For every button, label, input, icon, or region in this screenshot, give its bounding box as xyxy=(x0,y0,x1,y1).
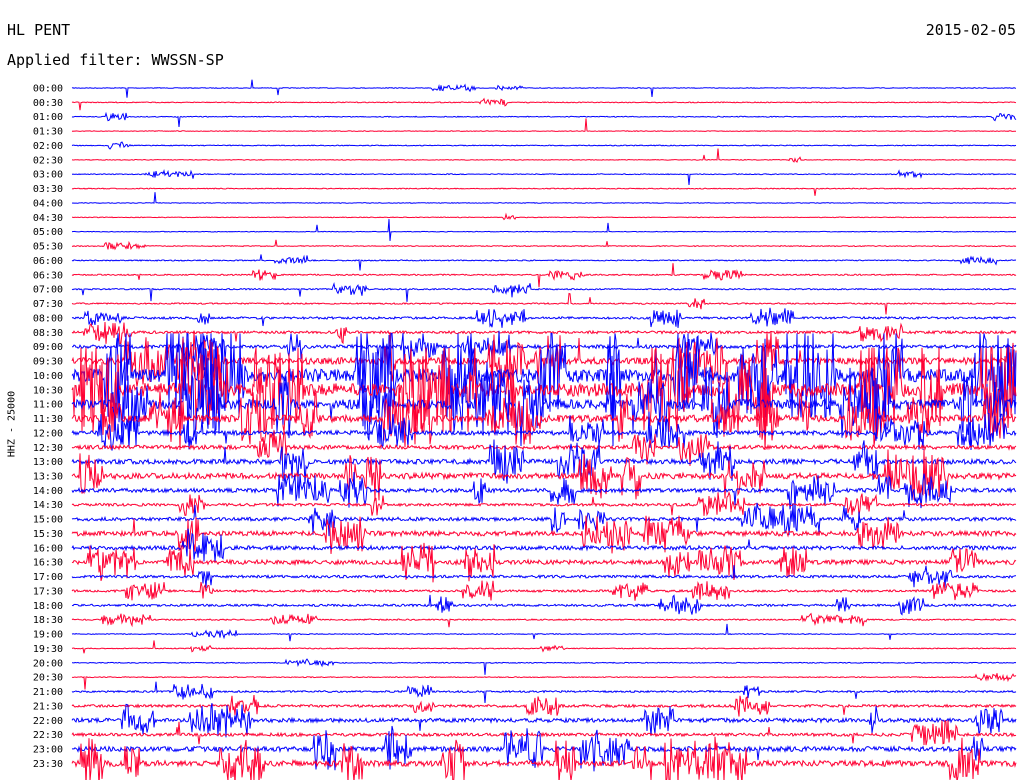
time-tick-label: 19:00 xyxy=(33,630,63,641)
time-tick-label: 19:30 xyxy=(33,644,63,655)
time-tick-label: 17:00 xyxy=(33,572,63,583)
trace-line xyxy=(72,214,1016,219)
time-tick-label: 10:30 xyxy=(33,385,63,396)
trace-line xyxy=(72,255,1016,271)
trace-line xyxy=(72,737,1016,780)
trace-line xyxy=(72,449,1016,500)
trace-line xyxy=(72,294,1016,315)
trace-group xyxy=(72,80,1016,780)
trace-line xyxy=(72,149,1016,162)
time-tick-label: 03:30 xyxy=(33,184,63,195)
trace-line xyxy=(72,188,1016,196)
trace-line xyxy=(72,659,1016,675)
time-tick-label: 20:00 xyxy=(33,658,63,669)
time-tick-label: 09:30 xyxy=(33,357,63,368)
time-tick-label: 06:30 xyxy=(33,270,63,281)
trace-line xyxy=(72,240,1016,250)
trace-line xyxy=(72,595,1016,615)
time-tick-label: 16:00 xyxy=(33,543,63,554)
time-tick-label: 16:30 xyxy=(33,558,63,569)
time-tick-label: 20:30 xyxy=(33,673,63,684)
time-tick-label: 22:30 xyxy=(33,730,63,741)
time-tick-label: 10:00 xyxy=(33,371,63,382)
time-tick-label: 12:00 xyxy=(33,428,63,439)
trace-line xyxy=(72,263,1016,287)
trace-line xyxy=(72,720,1016,745)
trace-line xyxy=(72,80,1016,98)
time-tick-label: 03:00 xyxy=(33,170,63,181)
time-tick-label: 01:00 xyxy=(33,112,63,123)
time-tick-label: 17:30 xyxy=(33,586,63,597)
time-tick-label: 18:30 xyxy=(33,615,63,626)
trace-line xyxy=(72,219,1016,241)
time-tick-label: 21:30 xyxy=(33,701,63,712)
trace-line xyxy=(72,308,1016,328)
time-tick-label: 08:00 xyxy=(33,313,63,324)
trace-line xyxy=(72,113,1016,127)
trace-line xyxy=(72,565,1016,588)
time-tick-label: 04:00 xyxy=(33,198,63,209)
trace-line xyxy=(72,695,1016,716)
time-tick-label: 04:30 xyxy=(33,213,63,224)
time-tick-label: 08:30 xyxy=(33,328,63,339)
time-tick-label: 06:00 xyxy=(33,256,63,267)
time-tick-label: 11:00 xyxy=(33,400,63,411)
time-tick-label: 13:30 xyxy=(33,471,63,482)
time-tick-label: 13:00 xyxy=(33,457,63,468)
time-tick-label: 15:30 xyxy=(33,529,63,540)
time-tick-label: 22:00 xyxy=(33,716,63,727)
time-tick-label: 05:00 xyxy=(33,227,63,238)
time-tick-label: 18:00 xyxy=(33,601,63,612)
time-tick-label: 00:00 xyxy=(33,84,63,95)
time-tick-label: 07:00 xyxy=(33,285,63,296)
trace-line xyxy=(72,192,1016,203)
trace-line xyxy=(72,614,1016,628)
time-tick-label: 12:30 xyxy=(33,443,63,454)
trace-line xyxy=(72,283,1016,302)
time-tick-label: 11:30 xyxy=(33,414,63,425)
trace-line xyxy=(72,142,1016,149)
seismogram-plot: 00:00 00:30 01:00 01:30 02:00 02:30 03:00 03:30… xyxy=(0,0,1024,780)
trace-line xyxy=(72,640,1016,653)
time-tick-label: 21:00 xyxy=(33,687,63,698)
trace-line xyxy=(72,503,1016,536)
time-tick-label: 14:00 xyxy=(33,486,63,497)
time-tick-label: 23:30 xyxy=(33,759,63,770)
trace-line xyxy=(72,492,1016,515)
trace-line xyxy=(72,581,1016,601)
trace-line xyxy=(72,673,1016,689)
time-tick-label: 14:30 xyxy=(33,500,63,511)
tick-label-group: 00:00 00:30 01:00 01:30 02:00 02:30 03:00 03:30… xyxy=(33,84,63,770)
trace-line xyxy=(72,99,1016,110)
time-tick-label: 00:30 xyxy=(33,98,63,109)
trace-line xyxy=(72,624,1016,641)
trace-line xyxy=(72,682,1016,703)
time-tick-label: 07:30 xyxy=(33,299,63,310)
trace-line xyxy=(72,118,1016,131)
time-tick-label: 01:30 xyxy=(33,127,63,138)
time-tick-label: 09:00 xyxy=(33,342,63,353)
time-tick-label: 02:30 xyxy=(33,155,63,166)
time-tick-label: 15:00 xyxy=(33,515,63,526)
trace-line xyxy=(72,171,1016,185)
time-tick-label: 02:00 xyxy=(33,141,63,152)
time-tick-label: 05:30 xyxy=(33,242,63,253)
time-tick-label: 23:00 xyxy=(33,745,63,756)
